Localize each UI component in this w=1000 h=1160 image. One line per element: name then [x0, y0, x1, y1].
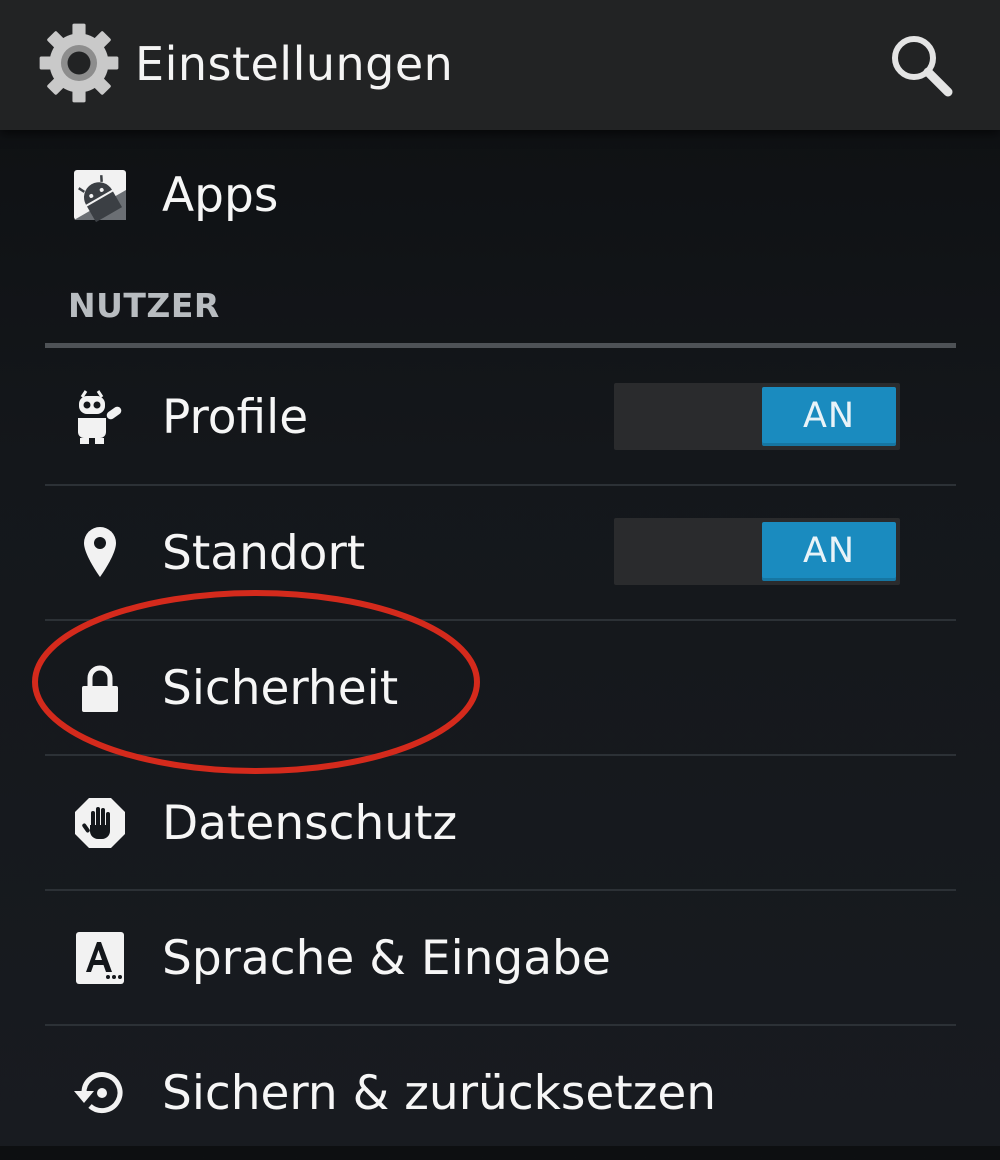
settings-item-apps[interactable]: Apps	[0, 128, 1000, 262]
page-title: Einstellungen	[135, 37, 454, 91]
toggle-thumb: AN	[762, 522, 896, 581]
settings-item-label: Profile	[162, 390, 309, 445]
settings-item-label: Apps	[162, 168, 279, 223]
toggle-state-label: AN	[802, 396, 856, 436]
section-divider	[45, 343, 956, 348]
standort-toggle[interactable]: AN	[614, 518, 900, 585]
settings-item-sprache-eingabe[interactable]: Sprache & Eingabe	[0, 891, 1000, 1025]
settings-item-label: Sicherheit	[162, 661, 399, 716]
cyanogenmod-mascot-icon	[78, 390, 122, 444]
keyboard-letter-a-icon	[76, 932, 124, 984]
section-header-nutzer: NUTZER	[68, 286, 220, 325]
settings-item-standort[interactable]: Standort AN	[0, 486, 1000, 620]
settings-item-sicherheit[interactable]: Sicherheit	[0, 621, 1000, 755]
settings-item-sichern-zuruecksetzen[interactable]: Sichern & zurücksetzen	[0, 1026, 1000, 1160]
settings-item-datenschutz[interactable]: Datenschutz	[0, 756, 1000, 890]
search-icon[interactable]	[888, 32, 954, 98]
gear-icon[interactable]	[38, 22, 120, 104]
settings-item-profile[interactable]: Profile AN	[0, 350, 1000, 484]
location-pin-icon	[84, 527, 116, 577]
action-bar: Einstellungen	[0, 0, 1000, 130]
toggle-state-label: AN	[802, 531, 856, 571]
android-apps-icon	[74, 170, 126, 223]
restore-icon	[74, 1072, 123, 1114]
lock-icon	[82, 665, 118, 712]
toggle-thumb: AN	[762, 387, 896, 446]
settings-item-label: Datenschutz	[162, 796, 458, 851]
profile-toggle[interactable]: AN	[614, 383, 900, 450]
settings-item-label: Sichern & zurücksetzen	[162, 1066, 717, 1121]
settings-item-label: Sprache & Eingabe	[162, 931, 611, 986]
stop-hand-icon	[75, 798, 125, 848]
settings-item-label: Standort	[162, 526, 366, 581]
